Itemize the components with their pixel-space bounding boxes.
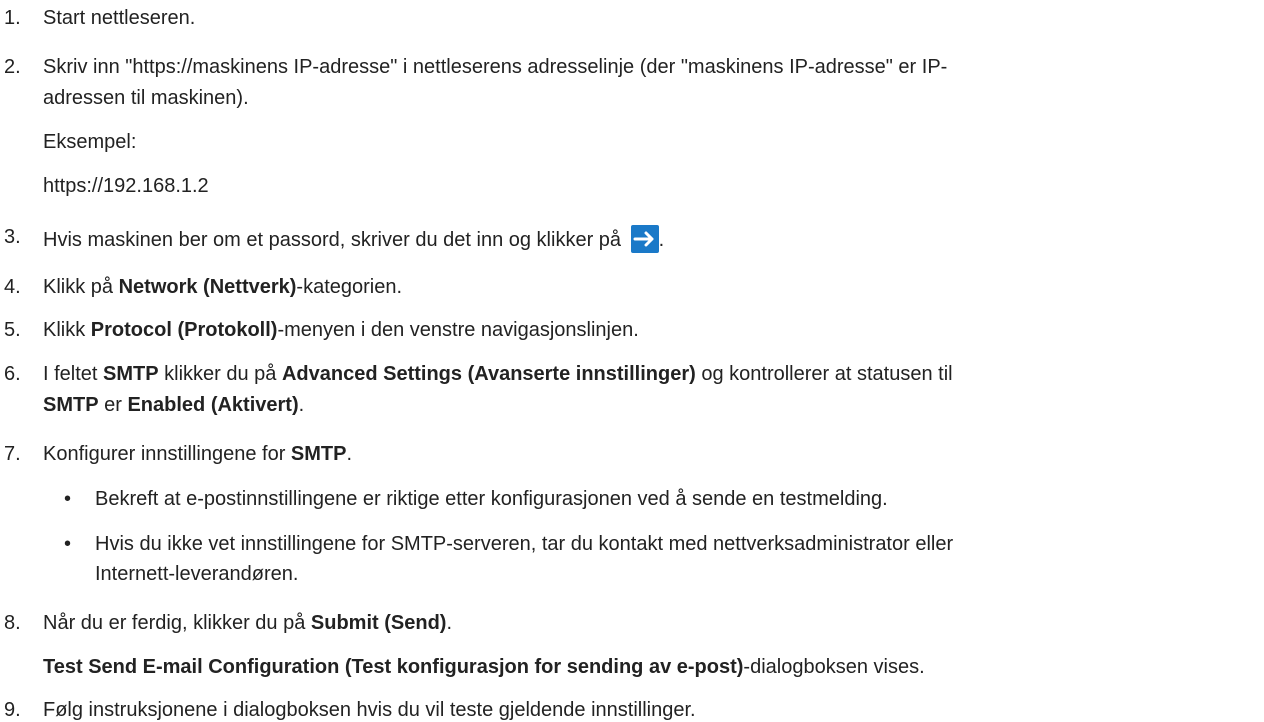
- ui-label: SMTP: [290, 443, 347, 465]
- step-number: 3.: [4, 226, 21, 248]
- ui-label: Submit (Send): [310, 612, 447, 634]
- step-number: 6.: [4, 363, 21, 385]
- step-text: Skriv inn "https://maskinens IP-adresse"…: [43, 56, 948, 78]
- step-text: Test Send E-mail Configuration (Test kon…: [43, 656, 925, 678]
- dialog-title: Test Send E-mail Configuration (Test kon…: [43, 656, 744, 678]
- ui-label: Enabled (Aktivert): [127, 394, 299, 416]
- step-number: 7.: [4, 443, 21, 465]
- ui-label: Advanced Settings (Avanserte innstilling…: [281, 363, 696, 385]
- step-text: Klikk på Network (Nettverk)-kategorien.: [43, 276, 403, 298]
- step-number: 9.: [4, 699, 21, 721]
- bullet-marker: •: [64, 533, 72, 555]
- instructions-page: 1. Start nettleseren. 2. Skriv inn "http…: [0, 0, 1264, 721]
- ui-label: Protocol (Protokoll): [90, 319, 278, 341]
- step-text-after: .: [658, 229, 665, 251]
- step-number: 8.: [4, 612, 21, 634]
- step-text: I feltet SMTP klikker du på Advanced Set…: [43, 363, 953, 385]
- bullet-text: Bekreft at e-postinnstillingene er rikti…: [95, 488, 888, 510]
- step-number: 5.: [4, 319, 21, 341]
- ui-label: SMTP: [43, 394, 99, 416]
- step-text: Konfigurer innstillingene for SMTP.: [43, 443, 353, 465]
- bullet-text: Internett-leverandøren.: [95, 563, 299, 585]
- arrow-right-icon: [630, 225, 659, 253]
- example-label: Eksempel:: [43, 131, 137, 153]
- example-url: https://192.168.1.2: [43, 175, 209, 197]
- bullet-marker: •: [64, 488, 72, 510]
- step-text: Start nettleseren.: [43, 7, 196, 29]
- ui-label: Network (Nettverk): [118, 276, 297, 298]
- step-text: Hvis maskinen ber om et passord, skriver…: [43, 225, 664, 253]
- step-text-before: Hvis maskinen ber om et passord, skriver…: [43, 229, 627, 251]
- step-number: 4.: [4, 276, 21, 298]
- step-text: Følg instruksjonene i dialogboksen hvis …: [43, 699, 696, 721]
- bullet-text: Hvis du ikke vet innstillingene for SMTP…: [95, 533, 954, 555]
- step-text: Når du er ferdig, klikker du på Submit (…: [43, 612, 453, 634]
- step-text: adressen til maskinen).: [43, 87, 249, 109]
- step-text: SMTP er Enabled (Aktivert).: [43, 394, 305, 416]
- step-number: 1.: [4, 7, 21, 29]
- ui-label: SMTP: [103, 363, 159, 385]
- step-number: 2.: [4, 56, 21, 78]
- step-text: Klikk Protocol (Protokoll)-menyen i den …: [43, 319, 639, 341]
